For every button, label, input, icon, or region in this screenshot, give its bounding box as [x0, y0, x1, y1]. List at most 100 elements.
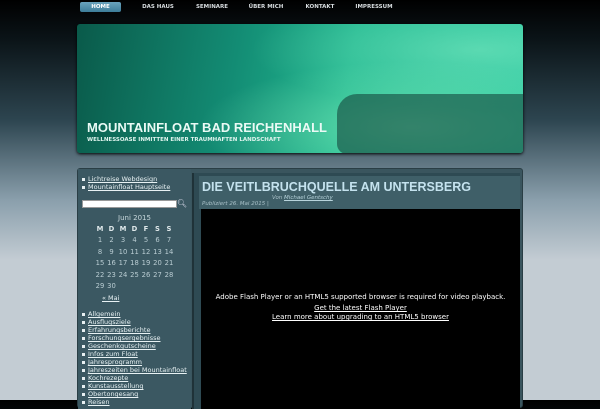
category-item[interactable]: Erfahrungsberichte	[82, 326, 187, 334]
calendar-day	[152, 281, 164, 293]
site-title[interactable]: MOUNTAINFLOAT BAD REICHENHALL	[87, 120, 327, 135]
calendar-day: 12	[141, 247, 151, 256]
category-item[interactable]: Kochrezepte	[82, 374, 187, 382]
category-link[interactable]: Allgemein	[88, 310, 120, 318]
nav-ueber-mich[interactable]: Über mich	[239, 2, 293, 12]
calendar-day	[140, 281, 152, 293]
calendar-weekday: F	[143, 224, 149, 233]
calendar-week: 1234567	[94, 235, 175, 247]
calendar-day: 4	[132, 236, 137, 245]
nav-das-haus[interactable]: Das Haus	[131, 2, 185, 12]
category-list: Allgemein Ausflugsziele Erfahrungsberichte…	[82, 310, 187, 406]
calendar-day	[129, 281, 141, 293]
calendar-day: 9	[109, 247, 114, 256]
calendar-day: 29	[95, 282, 105, 291]
calendar-weekday: S	[166, 224, 172, 233]
category-item[interactable]: Jahreszeiten bei Mountainfloat	[82, 366, 187, 374]
content-area: Lichtreise Webdesign Mountainfloat Haupt…	[77, 168, 523, 409]
calendar-day: 25	[130, 270, 139, 279]
category-item[interactable]: Allgemein	[82, 310, 187, 318]
calendar-day: 15	[95, 259, 105, 268]
calendar-table: MDMDFSS 1 2 3 4 5 6 7 8 9 10 11 12 13 14 15 16 17 18 19 20 2…	[94, 223, 175, 292]
category-link[interactable]: Obertongesang	[88, 390, 138, 398]
calendar-day: 28	[164, 270, 174, 279]
category-link[interactable]: Reisen	[88, 398, 110, 406]
calendar-day: 22	[95, 270, 105, 279]
calendar-day: 10	[118, 247, 128, 256]
calendar-day: 24	[118, 270, 128, 279]
nav-seminare[interactable]: Seminare	[185, 2, 239, 12]
category-item[interactable]: Kunstausstellung	[82, 382, 187, 390]
calendar-day: 8	[97, 247, 103, 256]
category-link[interactable]: Jahresprogramm	[88, 358, 142, 366]
main-column: DIE VEITLBRUCHQUELLE AM UNTERSBERG Von M…	[192, 173, 520, 409]
category-item[interactable]: Reisen	[82, 398, 187, 406]
post-header: DIE VEITLBRUCHQUELLE AM UNTERSBERG Von M…	[199, 176, 520, 209]
link-mountainfloat[interactable]: Mountainfloat Hauptseite	[88, 183, 170, 191]
calendar-day: 3	[120, 236, 126, 245]
category-item[interactable]: Infos zum Float	[82, 350, 187, 358]
site-tagline: WELLNESSOASE INMITTEN EINER TRAUMHAFTEN …	[87, 137, 281, 143]
calendar-day: 1	[97, 236, 103, 245]
calendar-day: 20	[153, 259, 162, 268]
link-lichtreise[interactable]: Lichtreise Webdesign	[88, 175, 157, 183]
calendar-day: 27	[153, 270, 162, 279]
calendar-day: 21	[164, 259, 174, 268]
calendar-day: 17	[118, 259, 128, 268]
calendar-weekday: D	[108, 224, 115, 233]
calendar-day: 18	[130, 259, 139, 268]
flash-player-link[interactable]: Get the latest Flash Player	[201, 304, 520, 312]
video-message: Adobe Flash Player or an HTML5 supported…	[215, 293, 506, 301]
calendar-day: 2	[109, 236, 114, 245]
calendar-week: 29 30	[94, 281, 175, 293]
category-link[interactable]: Forschungsergebnisse	[88, 334, 161, 342]
calendar-week: 15 16 17 18 19 20 21	[94, 258, 175, 270]
calendar-day	[117, 281, 129, 293]
nav-kontakt[interactable]: Kontakt	[293, 2, 347, 12]
nav-home[interactable]: Home	[80, 2, 121, 12]
category-link[interactable]: Jahreszeiten bei Mountainfloat	[88, 366, 187, 374]
calendar: Juni 2015 MDMDFSS 1 2 3 4 5 6 7 8 9 10 11 12 13 14 15 1…	[82, 214, 187, 302]
calendar-day: 19	[141, 259, 151, 268]
sidebar-link[interactable]: Mountainfloat Hauptseite	[82, 183, 187, 191]
html5-info-link[interactable]: Learn more about upgrading to an HTML5 b…	[201, 313, 520, 321]
calendar-prev-month-link[interactable]: « Mai	[102, 294, 187, 302]
calendar-day: 7	[166, 236, 172, 245]
calendar-weekday: M	[119, 224, 127, 233]
nav-impressum[interactable]: Impressum	[347, 2, 401, 12]
calendar-day: 5	[143, 236, 149, 245]
calendar-day: 11	[130, 247, 139, 256]
calendar-week: 8 9 10 11 12 13 14	[94, 246, 175, 258]
calendar-caption: Juni 2015	[118, 214, 151, 222]
post-date: Publiziert 26. Mai 2015 |	[202, 201, 269, 207]
calendar-day	[163, 281, 175, 293]
calendar-day: 30	[107, 282, 116, 291]
category-item[interactable]: Ausflugsziele	[82, 318, 187, 326]
calendar-weekday: D	[131, 224, 138, 233]
category-link[interactable]: Ausflugsziele	[88, 318, 131, 326]
search-input[interactable]	[82, 199, 177, 208]
category-link[interactable]: Kochrezepte	[88, 374, 128, 382]
calendar-day: 16	[107, 259, 116, 268]
video-player[interactable]: Adobe Flash Player or an HTML5 supported…	[201, 209, 520, 409]
sidebar-link[interactable]: Lichtreise Webdesign	[82, 175, 187, 183]
category-item[interactable]: Jahresprogramm	[82, 358, 187, 366]
category-link[interactable]: Erfahrungsberichte	[88, 326, 150, 334]
calendar-day: 14	[164, 247, 174, 256]
author-link[interactable]: Michael Gentschy	[284, 195, 333, 201]
category-item[interactable]: Geschenkgutscheine	[82, 342, 187, 350]
category-link[interactable]: Infos zum Float	[88, 350, 138, 358]
main-nav: Home Das Haus Seminare Über mich Kontakt…	[80, 2, 401, 12]
post-title[interactable]: DIE VEITLBRUCHQUELLE AM UNTERSBERG	[202, 180, 471, 194]
calendar-weekday: S	[155, 224, 160, 233]
category-link[interactable]: Kunstausstellung	[88, 382, 144, 390]
calendar-day: 13	[153, 247, 162, 256]
calendar-day: 23	[107, 270, 116, 279]
sidebar: Lichtreise Webdesign Mountainfloat Haupt…	[78, 169, 191, 409]
category-item[interactable]: Obertongesang	[82, 390, 187, 398]
calendar-day: 6	[155, 236, 160, 245]
banner-image-rock	[337, 94, 523, 153]
category-link[interactable]: Geschenkgutscheine	[88, 342, 156, 350]
search-icon[interactable]: 🔍︎	[177, 199, 187, 208]
category-item[interactable]: Forschungsergebnisse	[82, 334, 187, 342]
